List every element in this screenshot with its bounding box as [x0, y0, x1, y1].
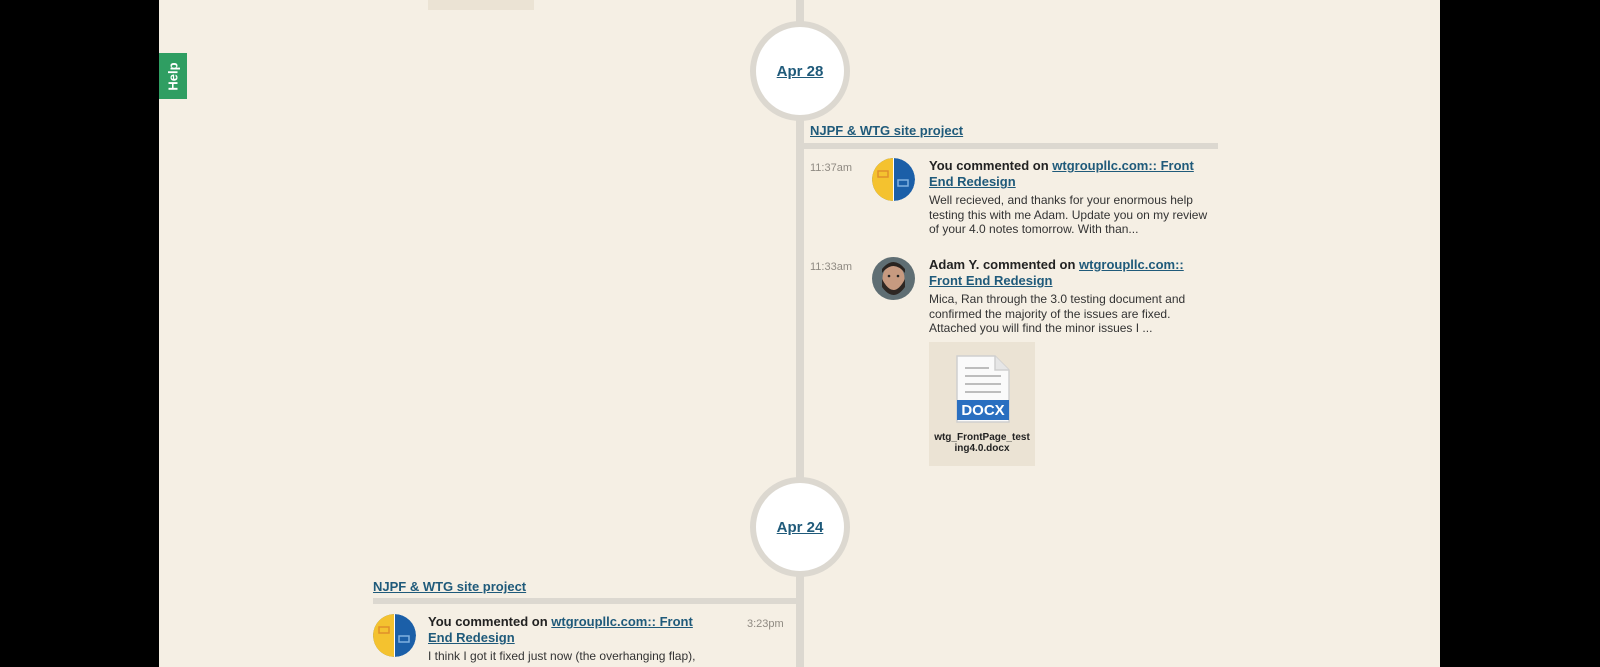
activity-timeline-page: Help Apr 28 NJPF & WTG site project 11:3… — [159, 0, 1440, 667]
entry-actor: You commented on — [428, 614, 548, 629]
wtg-logo-icon[interactable] — [373, 614, 416, 657]
wtg-logo-icon[interactable] — [872, 158, 915, 201]
entry-excerpt: Mica, Ran through the 3.0 testing docume… — [929, 292, 1186, 335]
entry-time: 11:33am — [810, 261, 852, 273]
group-divider — [804, 143, 1218, 149]
help-tab[interactable]: Help — [159, 53, 187, 99]
entry-time: 3:23pm — [747, 618, 784, 630]
date-link[interactable]: Apr 24 — [777, 519, 824, 536]
project-link[interactable]: NJPF & WTG site project — [373, 579, 526, 594]
docx-file-icon: DOCX — [956, 355, 1010, 423]
entry-time: 11:37am — [810, 162, 852, 174]
attachment-filename: wtg_FrontPage_testing4.0.docx — [934, 432, 1030, 454]
project-link[interactable]: NJPF & WTG site project — [810, 123, 963, 138]
entry-excerpt: I think I got it fixed just now (the ove… — [428, 649, 696, 663]
date-marker-apr-28: Apr 28 — [750, 21, 850, 121]
activity-entry: You commented on wtgroupllc.com:: Front … — [428, 614, 718, 664]
help-label: Help — [165, 61, 181, 91]
entry-excerpt: Well recieved, and thanks for your enorm… — [929, 193, 1208, 236]
user-photo-avatar[interactable] — [872, 257, 915, 300]
previous-attachment-stub — [428, 0, 534, 10]
group-divider — [373, 598, 796, 604]
attachment-type: DOCX — [961, 402, 1004, 419]
activity-entry: Adam Y. commented on wtgroupllc.com:: Fr… — [929, 257, 1214, 336]
date-link[interactable]: Apr 28 — [777, 63, 824, 80]
date-marker-apr-24: Apr 24 — [750, 477, 850, 577]
activity-entry: You commented on wtgroupllc.com:: Front … — [929, 158, 1214, 237]
entry-actor: You commented on — [929, 158, 1049, 173]
entry-actor: Adam Y. commented on — [929, 257, 1076, 272]
attachment-thumbnail[interactable]: DOCX wtg_FrontPage_testing4.0.docx — [929, 342, 1035, 466]
